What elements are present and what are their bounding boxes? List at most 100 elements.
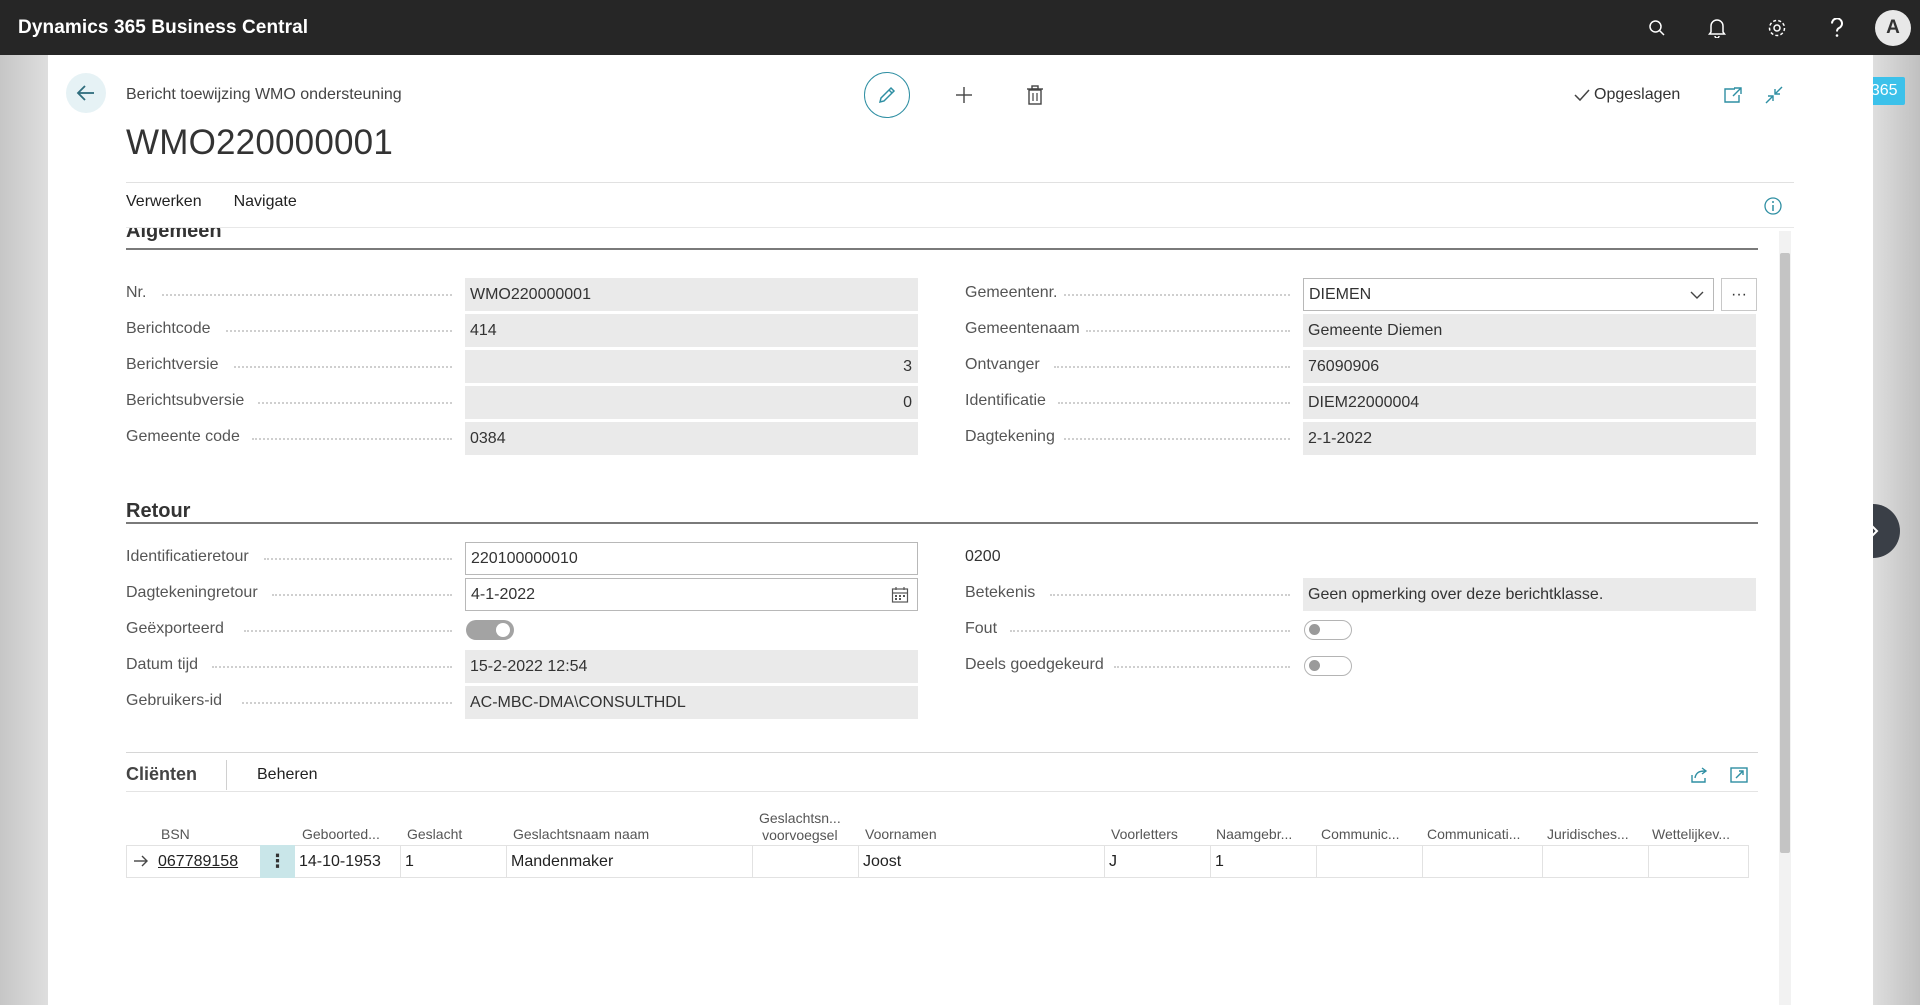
clients-part-title[interactable]: Cliënten: [126, 764, 197, 785]
edit-button[interactable]: [864, 72, 910, 118]
deels-goedgekeurd-toggle[interactable]: [1304, 656, 1352, 676]
row-arrow-icon: [132, 853, 150, 874]
back-button[interactable]: [66, 73, 106, 113]
leader-dots: [1114, 666, 1290, 668]
field-nr: WMO220000001: [465, 278, 918, 311]
cell-voornamen[interactable]: Joost: [859, 845, 1105, 878]
col-header-voorvoegsel[interactable]: Geslachtsn... voorvoegsel: [759, 810, 841, 844]
saved-label: Opgeslagen: [1594, 86, 1681, 103]
field-label-fout: Fout: [965, 620, 998, 637]
col-header-voorvoegsel-line2: voorvoegsel: [762, 827, 838, 843]
field-berichtcode: 414: [465, 314, 918, 347]
header-divider: [126, 182, 1794, 183]
col-header-voornamen[interactable]: Voornamen: [865, 826, 937, 843]
leader-dots: [212, 666, 452, 668]
action-bar: Verwerken Navigate: [126, 193, 297, 211]
leader-dots: [1086, 330, 1290, 332]
collapse-button[interactable]: [1761, 82, 1787, 108]
search-icon[interactable]: [1627, 0, 1687, 55]
clients-part-separator: [226, 760, 227, 790]
field-ontvanger: 76090906: [1303, 350, 1756, 383]
gemeentenr-more-button[interactable]: ···: [1721, 278, 1757, 311]
gemeentenr-dropdown[interactable]: DIEMEN: [1303, 278, 1714, 311]
col-header-bsn[interactable]: BSN: [161, 826, 190, 843]
leader-dots: [242, 702, 452, 704]
col-header-voorletters[interactable]: Voorletters: [1111, 826, 1178, 843]
dagtekeningretour-input[interactable]: 4-1-2022: [465, 578, 918, 611]
col-header-wettelijk[interactable]: Wettelijkev...: [1652, 826, 1730, 843]
delete-button[interactable]: [1017, 77, 1053, 113]
cell-communicatie-1[interactable]: [1317, 845, 1423, 878]
geexporteerd-toggle[interactable]: [466, 620, 514, 640]
app-title[interactable]: Dynamics 365 Business Central: [18, 17, 308, 39]
cell-naamgebruik[interactable]: 1: [1211, 845, 1317, 878]
cell-geslacht[interactable]: 1: [401, 845, 507, 878]
field-label-gebruikers-id: Gebruikers-id: [126, 692, 223, 709]
open-new-window-button[interactable]: [1720, 82, 1746, 108]
cell-communicatie-2[interactable]: [1423, 845, 1543, 878]
field-datum-tijd: 15-2-2022 12:54: [465, 650, 918, 683]
field-gemeente-code: 0384: [465, 422, 918, 455]
avatar[interactable]: A: [1875, 9, 1911, 46]
cell-voorletters[interactable]: J: [1105, 845, 1211, 878]
saved-status: Opgeslagen: [1573, 86, 1680, 104]
leader-dots: [1064, 438, 1290, 440]
plus-icon: [956, 87, 972, 103]
leader-dots: [1058, 402, 1290, 404]
col-header-juridisch[interactable]: Juridisches...: [1547, 826, 1629, 843]
field-label-gemeentenr: Gemeentenr.: [965, 284, 1058, 301]
section-general-title[interactable]: Algemeen: [126, 228, 222, 243]
calendar-icon: [891, 587, 909, 603]
info-icon[interactable]: [1762, 195, 1784, 217]
scrollbar-thumb[interactable]: [1780, 253, 1790, 853]
field-label-identificatie: Identificatie: [965, 392, 1046, 409]
cell-juridisch[interactable]: [1543, 845, 1649, 878]
field-label-geexporteerd: Geëxporteerd: [126, 620, 224, 637]
cell-wettelijk[interactable]: [1649, 845, 1749, 878]
cell-geslachtsnaam[interactable]: Mandenmaker: [507, 845, 753, 878]
field-label-nr: Nr.: [126, 284, 147, 301]
arrow-left-icon: [76, 85, 94, 101]
col-header-geslacht[interactable]: Geslacht: [407, 826, 462, 843]
content-area: Algemeen Nr. WMO220000001 Berichtcode 41…: [48, 228, 1778, 1005]
help-icon[interactable]: [1807, 0, 1867, 55]
top-icons: A: [1627, 0, 1920, 55]
checkmark-icon: [1574, 89, 1590, 102]
action-process[interactable]: Verwerken: [126, 193, 202, 211]
leader-dots: [234, 366, 452, 368]
col-header-communicatie-2[interactable]: Communicati...: [1427, 826, 1520, 843]
leader-dots: [272, 594, 452, 596]
col-header-communicatie-1[interactable]: Communic...: [1321, 826, 1400, 843]
page-title: WMO220000001: [126, 123, 394, 162]
section-general-rule: [126, 248, 1758, 250]
col-header-geboortedatum[interactable]: Geboorted...: [302, 826, 380, 843]
collapse-icon: [1765, 86, 1783, 104]
field-betekenis: Geen opmerking over deze berichtklasse.: [1303, 578, 1756, 611]
new-button[interactable]: [946, 77, 982, 113]
fout-toggle[interactable]: [1304, 620, 1352, 640]
field-label-ontvanger: Ontvanger: [965, 356, 1040, 373]
bsn-link[interactable]: 067789158: [158, 853, 238, 870]
field-berichtsubversie: 0: [465, 386, 918, 419]
cell-geboortedatum[interactable]: 14-10-1953: [295, 845, 401, 878]
identificatieretour-input[interactable]: 220100000010: [465, 542, 918, 575]
clients-action-beheren[interactable]: Beheren: [257, 766, 318, 784]
row-menu-button[interactable]: ⋮: [260, 845, 295, 878]
col-header-naamgebruik[interactable]: Naamgebr...: [1216, 826, 1292, 843]
field-dagtekening: 2-1-2022: [1303, 422, 1756, 455]
col-header-geslachtsnaam[interactable]: Geslachtsnaam naam: [513, 826, 649, 843]
action-navigate[interactable]: Navigate: [234, 193, 297, 211]
bell-icon[interactable]: [1687, 0, 1747, 55]
field-label-berichtcode: Berichtcode: [126, 320, 211, 337]
top-bar: Dynamics 365 Business Central A: [0, 0, 1920, 55]
field-gemeentenaam: Gemeente Diemen: [1303, 314, 1756, 347]
section-retour-title[interactable]: Retour: [126, 500, 190, 523]
dagtekeningretour-value: 4-1-2022: [471, 586, 536, 603]
leader-dots: [244, 630, 452, 632]
expand-part-icon[interactable]: [1728, 764, 1750, 786]
share-icon[interactable]: [1689, 764, 1711, 786]
cell-bsn[interactable]: 067789158: [154, 845, 260, 878]
gear-icon[interactable]: [1747, 0, 1807, 55]
cell-voorvoegsel[interactable]: [753, 845, 859, 878]
field-label-identificatieretour: Identificatieretour: [126, 548, 249, 565]
